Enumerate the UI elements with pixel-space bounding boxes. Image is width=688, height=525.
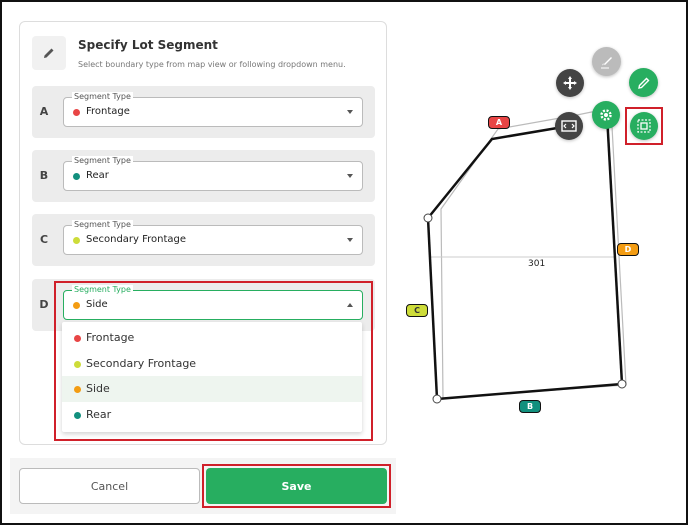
lot-edge-a	[427, 124, 570, 219]
color-dot	[74, 361, 81, 368]
settings-gear-icon	[600, 109, 612, 121]
color-dot	[74, 386, 81, 393]
option-label: Secondary Frontage	[86, 357, 197, 370]
select-value: Rear	[86, 170, 109, 181]
panel-subtitle: Select boundary type from map view or fo…	[78, 60, 346, 69]
lot-edge-b	[436, 382, 623, 401]
segment-letter: D	[39, 298, 49, 311]
option-label: Rear	[86, 408, 112, 421]
option-label: Side	[86, 382, 110, 395]
edit-tool-button[interactable]	[629, 68, 658, 97]
settings-tool-button[interactable]	[592, 101, 620, 129]
vertex-handle	[423, 213, 433, 223]
segment-row-a: A Segment Type Frontage	[32, 86, 375, 138]
segment-type-dropdown: Frontage Secondary Frontage Side Rear	[62, 322, 362, 432]
segment-type-select-c[interactable]: Segment Type Secondary Frontage	[63, 220, 363, 255]
pan-icon	[561, 120, 577, 132]
option-label: Frontage	[86, 331, 135, 344]
move-tool-button[interactable]	[556, 69, 584, 97]
segment-letter: B	[39, 169, 49, 182]
edge-badge-c[interactable]: C	[406, 304, 428, 317]
segment-type-select-a[interactable]: Segment Type Frontage	[63, 92, 363, 127]
caret-down-icon	[347, 174, 353, 178]
segment-row-c: C Segment Type Secondary Frontage	[32, 214, 375, 266]
move-icon	[563, 76, 577, 90]
panel-title: Specify Lot Segment	[78, 38, 218, 52]
color-dot	[74, 412, 81, 419]
caret-up-icon	[347, 303, 353, 307]
dropdown-option-side[interactable]: Side	[62, 376, 362, 402]
edge-badge-b[interactable]: B	[519, 400, 541, 413]
segment-letter: A	[39, 105, 49, 118]
lot-edge-c	[426, 217, 439, 400]
lot-outline-shadow	[440, 107, 627, 399]
map-canvas[interactable]	[400, 40, 680, 440]
select-value: Secondary Frontage	[86, 234, 187, 245]
segment-letter: C	[39, 233, 49, 246]
color-dot	[73, 109, 80, 116]
save-button[interactable]: Save	[206, 468, 387, 504]
color-dot	[73, 173, 80, 180]
lot-area-label: 301	[528, 259, 546, 269]
color-dot	[73, 302, 80, 309]
edge-badge-a[interactable]: A	[488, 116, 510, 129]
brush-tool-button[interactable]	[592, 47, 621, 76]
select-label: Segment Type	[72, 156, 133, 166]
select-label: Segment Type	[72, 285, 133, 295]
edit-pencil-icon	[637, 77, 649, 89]
select-value: Frontage	[86, 106, 130, 117]
brush-icon	[600, 56, 612, 68]
cancel-button[interactable]: Cancel	[19, 468, 200, 504]
dropdown-option-secondary-frontage[interactable]: Secondary Frontage	[62, 351, 362, 377]
select-area-icon	[637, 119, 651, 133]
color-dot	[74, 335, 81, 342]
select-label: Segment Type	[72, 92, 133, 102]
dropdown-option-rear[interactable]: Rear	[62, 402, 362, 428]
vertex-handle	[432, 394, 442, 404]
segment-type-select-b[interactable]: Segment Type Rear	[63, 156, 363, 191]
segment-type-select-d[interactable]: Segment Type Side	[63, 285, 363, 320]
segment-row-b: B Segment Type Rear	[32, 150, 375, 202]
color-dot	[73, 237, 80, 244]
vertex-handle	[617, 379, 627, 389]
edge-badge-d[interactable]: D	[617, 243, 639, 256]
caret-down-icon	[347, 110, 353, 114]
pencil-icon	[32, 36, 66, 70]
dropdown-option-frontage[interactable]: Frontage	[62, 325, 362, 351]
select-label: Segment Type	[72, 220, 133, 230]
caret-down-icon	[347, 238, 353, 242]
pan-tool-button[interactable]	[555, 112, 583, 140]
select-value: Side	[86, 299, 108, 310]
select-area-tool-button[interactable]	[630, 112, 658, 140]
